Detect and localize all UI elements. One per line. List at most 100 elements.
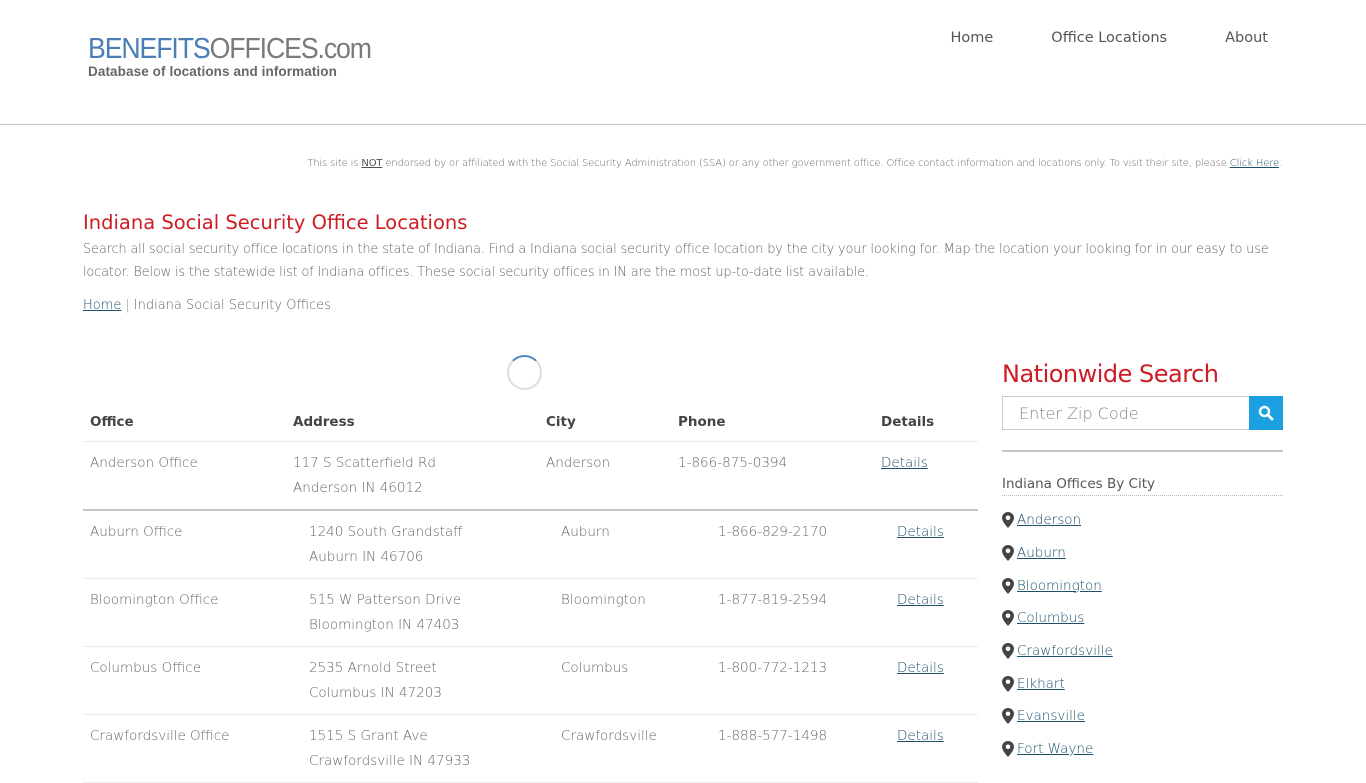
city-link[interactable]: Columbus xyxy=(1017,610,1084,626)
page-title: Indiana Social Security Office Locations xyxy=(83,211,468,234)
nav-home[interactable]: Home xyxy=(950,30,993,46)
city-link[interactable]: Fort Wayne xyxy=(1017,741,1093,757)
loading-spinner-icon xyxy=(507,355,542,390)
map-marker-icon xyxy=(1002,643,1014,660)
table-row: Auburn Office 1240 South Grandstaff Auburn… xyxy=(83,510,978,579)
table-row: Bloomington Office 515 W Patterson Drive B… xyxy=(83,578,978,647)
map-marker-icon xyxy=(1002,577,1014,594)
header-city: City xyxy=(539,403,671,442)
sidebar: Nationwide Search Indiana Offices By Cit… xyxy=(1002,360,1283,766)
address-line1: 1515 S Grant Ave xyxy=(309,727,428,744)
city-list: Anderson Auburn Bloomington Columbus Crawfor… xyxy=(1002,504,1283,766)
office-phone: 1-800-772-1213 xyxy=(711,646,890,715)
office-address: 515 W Patterson Drive Bloomington IN 4740… xyxy=(302,578,554,647)
offices-table-first: Office Address City Phone Details Anders… xyxy=(83,403,978,511)
click-here-link[interactable]: Click Here xyxy=(1230,158,1279,169)
map-marker-icon xyxy=(1002,675,1014,692)
address-line1: 1240 South Grandstaff xyxy=(309,523,463,540)
office-name: Bloomington Office xyxy=(83,578,302,647)
table-body: Auburn Office 1240 South Grandstaff Auburn… xyxy=(83,510,978,783)
nationwide-search-title: Nationwide Search xyxy=(1002,360,1219,388)
header-office: Office xyxy=(83,403,286,442)
city-list-item: Bloomington xyxy=(1002,569,1283,602)
city-list-item: Columbus xyxy=(1002,602,1283,635)
map-marker-icon xyxy=(1002,545,1014,562)
address-line2: Columbus IN 47203 xyxy=(309,684,442,701)
map-marker-icon xyxy=(1002,708,1014,725)
city-list-item: Elkhart xyxy=(1002,667,1283,700)
map-marker-icon xyxy=(1002,512,1014,529)
map-marker-icon xyxy=(1002,741,1014,758)
offices-table-rest: Auburn Office 1240 South Grandstaff Auburn… xyxy=(83,510,978,783)
breadcrumb: Home | Indiana Social Security Offices xyxy=(83,298,331,313)
offices-table-body: Auburn Office 1240 South Grandstaff Auburn… xyxy=(83,510,978,783)
city-list-item: Crawfordsville xyxy=(1002,635,1283,668)
table-row: Anderson Office 117 S Scatterfield Rd And… xyxy=(83,441,978,511)
logo-offices: OFFICES.com xyxy=(209,33,372,65)
city-link[interactable]: Evansville xyxy=(1017,708,1085,724)
details-link[interactable]: Details xyxy=(897,728,944,744)
disclaimer-prefix: This site is xyxy=(307,158,362,169)
breadcrumb-home[interactable]: Home xyxy=(83,298,121,313)
details-link[interactable]: Details xyxy=(897,660,944,676)
city-link[interactable]: Elkhart xyxy=(1017,676,1065,692)
city-link[interactable]: Crawfordsville xyxy=(1017,643,1113,659)
office-details: Details xyxy=(890,510,978,579)
map-marker-icon xyxy=(1002,610,1014,627)
details-link[interactable]: Details xyxy=(881,455,928,471)
header-details: Details xyxy=(874,403,978,442)
city-list-item: Fort Wayne xyxy=(1002,733,1283,766)
office-address: 1515 S Grant Ave Crawfordsville IN 47933 xyxy=(302,714,554,783)
office-name: Columbus Office xyxy=(83,646,302,715)
details-link[interactable]: Details xyxy=(897,524,944,540)
city-link[interactable]: Anderson xyxy=(1017,512,1081,528)
office-city: Columbus xyxy=(554,646,711,715)
office-phone: 1-866-829-2170 xyxy=(711,510,890,579)
zip-search-form xyxy=(1002,396,1283,430)
intro-text: Search all social security office locati… xyxy=(83,242,1269,280)
search-icon xyxy=(1258,405,1274,421)
disclaimer-suffix: . xyxy=(1278,158,1282,169)
office-address: 117 S Scatterfield Rd Anderson IN 46012 xyxy=(286,441,539,511)
logo-wordmark: BENEFITSOFFICES.com xyxy=(88,33,372,65)
city-list-item: Auburn xyxy=(1002,537,1283,570)
address-line1: 2535 Arnold Street xyxy=(309,659,437,676)
logo-tagline: Database of locations and information xyxy=(88,64,337,79)
disclaimer: This site is NOT endorsed by or affiliat… xyxy=(307,158,1282,169)
logo-benefits: BENEFITS xyxy=(88,33,211,65)
sidebar-divider xyxy=(1002,450,1283,452)
office-details: Details xyxy=(874,441,978,511)
search-button[interactable] xyxy=(1249,396,1283,430)
nav-about[interactable]: About xyxy=(1225,30,1268,46)
office-phone: 1-866-875-0394 xyxy=(671,441,874,511)
details-link[interactable]: Details xyxy=(897,592,944,608)
office-details: Details xyxy=(890,714,978,783)
breadcrumb-current: Indiana Social Security Offices xyxy=(133,298,331,313)
office-details: Details xyxy=(890,578,978,647)
site-header: BENEFITSOFFICES.com Database of location… xyxy=(0,0,1366,125)
office-name: Anderson Office xyxy=(83,441,286,511)
address-line2: Bloomington IN 47403 xyxy=(309,616,460,633)
offices-by-city-heading: Indiana Offices By City xyxy=(1002,476,1283,496)
table-row: Crawfordsville Office 1515 S Grant Ave Cra… xyxy=(83,714,978,783)
office-details: Details xyxy=(890,646,978,715)
header-address: Address xyxy=(286,403,539,442)
offices-table: Office Address City Phone Details Anders… xyxy=(83,403,978,783)
address-line2: Auburn IN 46706 xyxy=(309,548,424,565)
office-name: Crawfordsville Office xyxy=(83,714,302,783)
office-name: Auburn Office xyxy=(83,510,302,579)
site-logo[interactable]: BENEFITSOFFICES.com Database of location… xyxy=(88,34,396,79)
office-city: Bloomington xyxy=(554,578,711,647)
city-link[interactable]: Auburn xyxy=(1017,545,1066,561)
main-nav: Home Office Locations About xyxy=(892,30,1268,46)
address-line1: 515 W Patterson Drive xyxy=(309,591,462,608)
address-line1: 117 S Scatterfield Rd xyxy=(293,454,436,471)
city-link[interactable]: Bloomington xyxy=(1017,578,1102,594)
office-phone: 1-877-819-2594 xyxy=(711,578,890,647)
office-city: Auburn xyxy=(554,510,711,579)
office-city: Anderson xyxy=(539,441,671,511)
address-line2: Crawfordsville IN 47933 xyxy=(309,752,471,769)
zip-code-input[interactable] xyxy=(1002,396,1249,430)
table-header-row: Office Address City Phone Details xyxy=(83,403,978,442)
nav-office-locations[interactable]: Office Locations xyxy=(1051,30,1167,46)
